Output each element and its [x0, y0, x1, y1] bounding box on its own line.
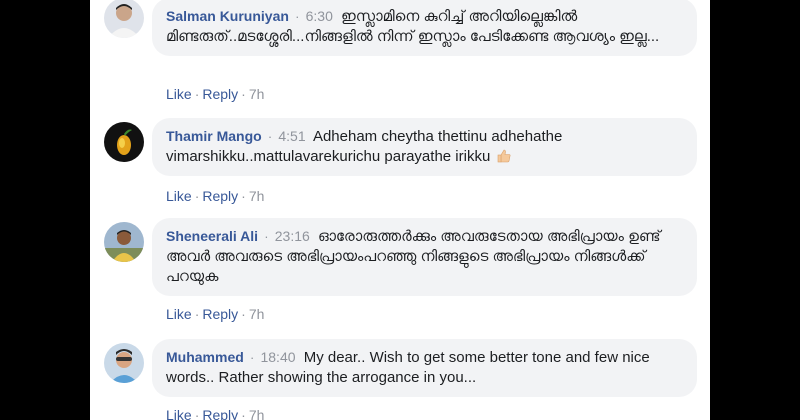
comment-actions: Like · Reply · 7h	[166, 188, 264, 204]
avatar[interactable]	[104, 222, 144, 262]
separator-dot: ·	[267, 129, 273, 144]
thumbs-up-icon	[496, 148, 512, 164]
comment-author[interactable]: Salman Kuruniyan	[166, 8, 289, 24]
comment-age[interactable]: 7h	[249, 407, 265, 420]
avatar[interactable]	[104, 0, 144, 38]
reply-button[interactable]: Reply	[202, 86, 238, 102]
separator-dot: ·	[194, 306, 200, 322]
like-button[interactable]: Like	[166, 306, 192, 322]
separator-dot: ·	[295, 9, 300, 24]
reply-button[interactable]: Reply	[202, 188, 238, 204]
reply-button[interactable]: Reply	[202, 306, 238, 322]
reply-button[interactable]: Reply	[202, 407, 238, 420]
comment-actions: Like · Reply · 7h	[166, 407, 264, 420]
separator-dot: ·	[264, 229, 269, 244]
comment-age[interactable]: 7h	[249, 306, 265, 322]
separator-dot: ·	[241, 188, 246, 204]
right-black-border	[710, 0, 800, 420]
comment-time: 6:30	[305, 8, 333, 24]
comment-author[interactable]: Sheneerali Ali	[166, 228, 258, 244]
like-button[interactable]: Like	[166, 407, 192, 420]
comment-bubble: Muhammed · 18:40 My dear.. Wish to get s…	[152, 339, 697, 397]
comment-bubble: Sheneerali Ali · 23:16 ഓരോരുത്തർക്കും അവ…	[152, 218, 697, 296]
separator-dot: ·	[194, 407, 200, 420]
comment-bubble: Salman Kuruniyan · 6:30 ഇസ്ലാമിനെ കുറിച്…	[152, 0, 697, 56]
like-button[interactable]: Like	[166, 188, 192, 204]
separator-dot: ·	[194, 86, 200, 102]
comment-actions: Like · Reply · 7h	[166, 86, 264, 102]
comment-time: 18:40	[260, 349, 296, 365]
avatar[interactable]	[104, 343, 144, 383]
comment-time: 4:51	[278, 128, 306, 144]
comment-time: 23:16	[274, 228, 310, 244]
left-black-border	[0, 0, 90, 420]
separator-dot: ·	[241, 86, 246, 102]
like-button[interactable]: Like	[166, 86, 192, 102]
avatar[interactable]	[104, 122, 144, 162]
comments-feed: Salman Kuruniyan · 6:30 ഇസ്ലാമിനെ കുറിച്…	[90, 0, 710, 420]
comment-age[interactable]: 7h	[249, 86, 265, 102]
separator-dot: ·	[194, 188, 200, 204]
separator-dot: ·	[241, 407, 246, 420]
comment-author[interactable]: Thamir Mango	[166, 128, 262, 144]
separator-dot: ·	[241, 306, 246, 322]
comment-age[interactable]: 7h	[249, 188, 265, 204]
comment-actions: Like · Reply · 7h	[166, 306, 264, 322]
comment-author[interactable]: Muhammed	[166, 349, 244, 365]
comment-bubble: Thamir Mango · 4:51 Adheham cheytha thet…	[152, 118, 697, 176]
separator-dot: ·	[249, 350, 255, 365]
